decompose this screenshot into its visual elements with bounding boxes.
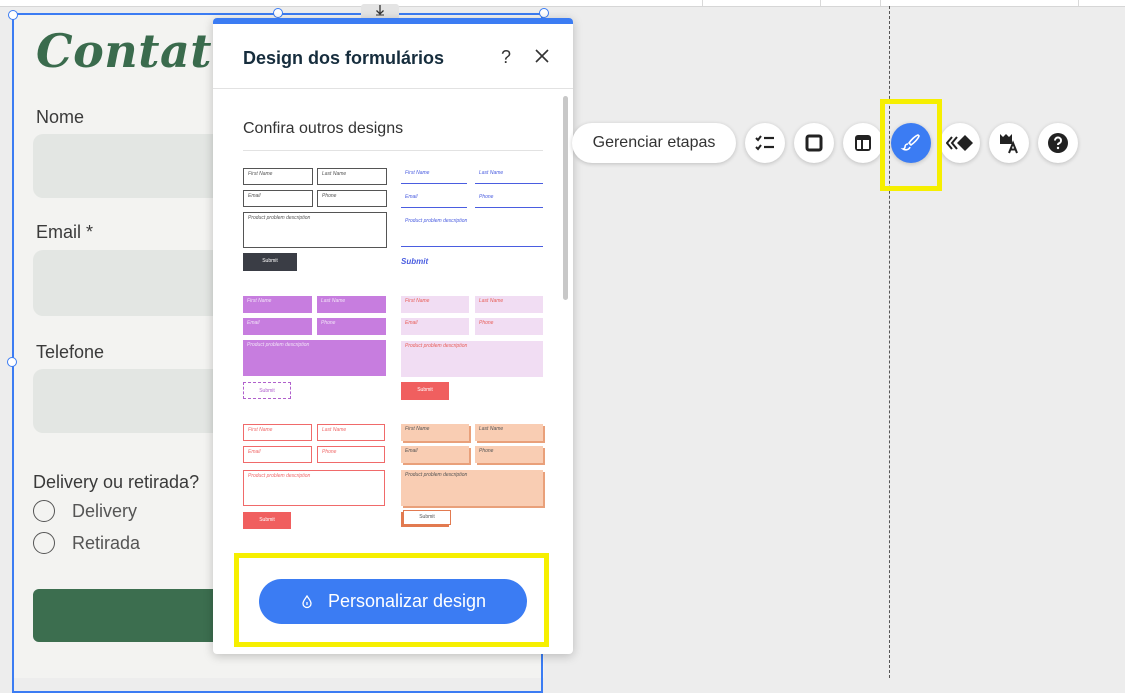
- frame-button[interactable]: [794, 123, 834, 163]
- thumb-field: Last Name: [475, 296, 543, 313]
- thumb-field: Phone: [317, 190, 387, 207]
- arrow-down-icon: [376, 5, 384, 16]
- section-divider: [243, 150, 543, 151]
- thumb-submit: Submit: [243, 382, 291, 399]
- design-button[interactable]: [891, 123, 931, 163]
- design-thumbnail-red-outline[interactable]: First Name Last Name Email Phone Product…: [243, 424, 387, 534]
- panel-header: Design dos formulários ?: [213, 24, 573, 89]
- animation-icon: [946, 135, 973, 151]
- thumb-field: Phone: [475, 192, 543, 208]
- thumb-field: Phone: [317, 446, 385, 463]
- checklist-icon: [755, 135, 774, 151]
- thumb-field: Email: [401, 318, 469, 335]
- radio-delivery[interactable]: Delivery: [33, 499, 137, 523]
- thumb-submit: Submit: [243, 512, 291, 529]
- animation-button[interactable]: [940, 123, 980, 163]
- thumb-field: Last Name: [475, 168, 543, 184]
- thumb-field: Product problem description: [401, 341, 543, 377]
- thumb-field: First Name: [243, 424, 312, 441]
- top-ruler: [0, 0, 1125, 7]
- thumb-field: Phone: [317, 318, 386, 335]
- radio-retirada[interactable]: Retirada: [33, 531, 140, 555]
- design-thumbnail-underline-blue[interactable]: First Name Last Name Email Phone Product…: [401, 168, 545, 278]
- resize-handle-top-right[interactable]: [539, 8, 549, 18]
- thumb-field: Email: [243, 190, 313, 207]
- customize-design-button[interactable]: Personalizar design: [259, 579, 527, 624]
- thumb-field: Email: [243, 446, 312, 463]
- help-icon: [1048, 133, 1068, 153]
- email-field[interactable]: [33, 250, 233, 316]
- thumb-field: Last Name: [317, 424, 385, 441]
- radio-label-retirada: Retirada: [72, 532, 141, 553]
- thumb-field: Last Name: [317, 168, 387, 185]
- design-thumbnail-purple[interactable]: First Name Last Name Email Phone Product…: [243, 296, 387, 406]
- design-thumbnail-outlined[interactable]: First Name Last Name Email Phone Product…: [243, 168, 387, 278]
- brush-icon: [900, 134, 920, 151]
- thumb-field: First Name: [401, 424, 469, 441]
- thumb-field: Last Name: [475, 424, 543, 441]
- text-style-icon: [1000, 134, 1018, 154]
- thumb-field: First Name: [243, 168, 313, 185]
- alignment-guide: [889, 6, 890, 678]
- thumb-field: Product problem description: [243, 470, 385, 506]
- thumb-field: First Name: [243, 296, 312, 313]
- thumb-field: Product problem description: [243, 212, 387, 248]
- thumb-field: Product problem description: [401, 470, 543, 506]
- name-label: Nome: [36, 107, 85, 127]
- text-style-button[interactable]: [989, 123, 1029, 163]
- thumb-field: Last Name: [317, 296, 386, 313]
- resize-handle-left[interactable]: [7, 357, 17, 367]
- thumb-submit: Submit: [401, 382, 449, 400]
- form-submit-button[interactable]: [33, 589, 233, 642]
- thumb-field: Email: [243, 318, 312, 335]
- layout-icon: [855, 135, 871, 151]
- drop-icon: [302, 594, 312, 608]
- thumb-field: Product problem description: [401, 216, 543, 247]
- panel-title: Design dos formulários: [243, 48, 445, 68]
- email-label: Email *: [36, 222, 94, 242]
- thumb-submit: Submit: [243, 253, 297, 271]
- phone-label: Telefone: [36, 342, 105, 362]
- thumb-field: First Name: [401, 296, 469, 313]
- name-field[interactable]: [33, 134, 233, 198]
- panel-scrollbar[interactable]: [563, 96, 568, 300]
- thumb-field: Phone: [475, 446, 543, 463]
- square-icon: [805, 134, 823, 152]
- thumb-submit: Submit: [401, 257, 429, 266]
- layout-button[interactable]: [843, 123, 883, 163]
- manage-steps-button[interactable]: Gerenciar etapas: [572, 123, 736, 163]
- panel-fade: [213, 538, 573, 578]
- thumb-field: Product problem description: [243, 340, 386, 376]
- help-tool-button[interactable]: [1038, 123, 1078, 163]
- thumb-field: Email: [401, 446, 469, 463]
- radio-label-delivery: Delivery: [72, 500, 138, 521]
- design-thumbnail-pink[interactable]: First Name Last Name Email Phone Product…: [401, 296, 545, 406]
- checklist-button[interactable]: [745, 123, 785, 163]
- form-design-panel: Design dos formulários ? Confira outros …: [213, 18, 573, 654]
- design-thumbnail-peach[interactable]: First Name Last Name Email Phone Product…: [401, 424, 545, 534]
- help-button[interactable]: ?: [495, 46, 517, 68]
- delivery-question-label: Delivery ou retirada?: [33, 472, 200, 492]
- close-icon: [535, 49, 549, 63]
- close-button[interactable]: [531, 46, 553, 68]
- thumb-field: Phone: [475, 318, 543, 335]
- thumb-field: First Name: [401, 168, 467, 184]
- section-title: Confira outros designs: [243, 120, 404, 137]
- customize-design-label: Personalizar design: [327, 591, 487, 611]
- phone-field[interactable]: [33, 369, 233, 433]
- thumb-field: Email: [401, 192, 467, 208]
- radio-circle[interactable]: [33, 500, 55, 522]
- resize-handle-top[interactable]: [273, 8, 283, 18]
- thumb-submit: Submit: [403, 510, 451, 525]
- radio-circle[interactable]: [33, 532, 55, 554]
- resize-handle-top-left[interactable]: [8, 10, 18, 20]
